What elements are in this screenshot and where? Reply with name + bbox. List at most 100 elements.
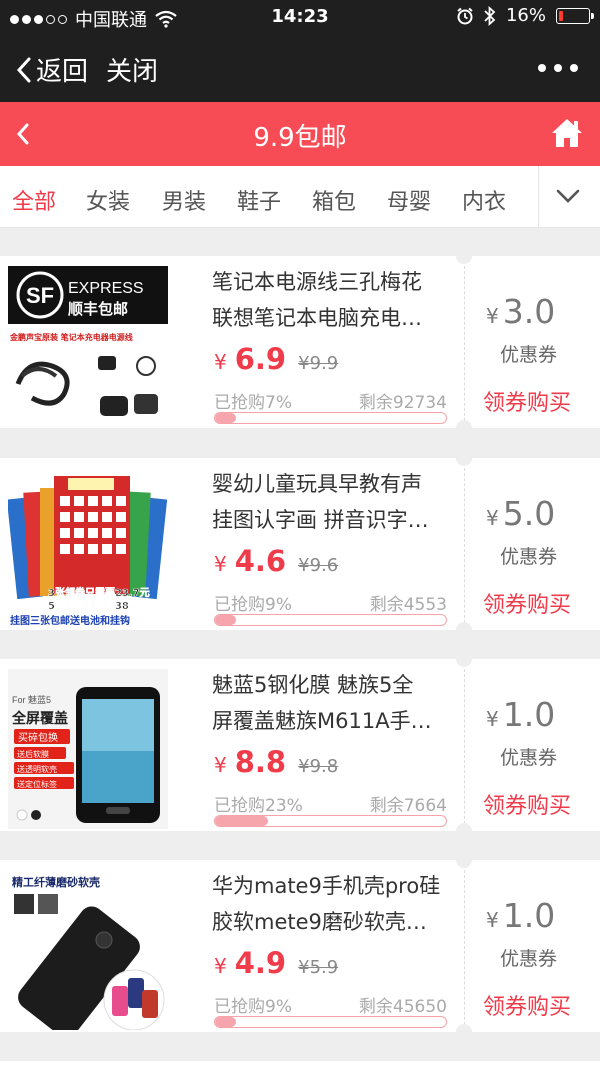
tab-womens[interactable]: 女装 <box>86 184 130 216</box>
home-icon[interactable] <box>550 116 584 150</box>
product-image[interactable]: For 魅蓝5 全屏覆盖 买碎包换 送后软膜 送透明软壳 送定位标签 <box>8 669 168 829</box>
alarm-icon <box>457 7 473 24</box>
product-title-line2: 联想笔记本电脑充电… <box>212 306 422 330</box>
back-label: 返回 <box>36 57 89 87</box>
tab-divider <box>538 166 539 228</box>
progress-bar <box>214 614 447 626</box>
remaining-count: 剩余45650 <box>358 997 447 1017</box>
original-price: ¥9.8 <box>298 756 339 777</box>
coupon-amount: ¥1.0 <box>486 896 556 935</box>
product-card[interactable]: 3张领券只需要23.7元 5张领券只需要38元 挂图三张包邮送电池和挂钩 婴幼儿… <box>0 458 600 630</box>
for-model-text: For 魅蓝5 <box>12 694 51 705</box>
sold-percent: 已抢购23% <box>214 796 303 816</box>
product-title-line1: 笔记本电源线三孔梅花 <box>212 270 422 294</box>
coupon-label: 优惠券 <box>500 344 558 366</box>
price-value: 8.8 <box>234 745 287 779</box>
coupon-label: 优惠券 <box>500 948 558 970</box>
tab-baby[interactable]: 母婴 <box>387 184 431 216</box>
full-cover-text: 全屏覆盖 <box>11 710 68 727</box>
coupon-amount: ¥1.0 <box>486 695 556 734</box>
tab-shoes[interactable]: 鞋子 <box>237 184 281 216</box>
coupon-label: 优惠券 <box>500 546 558 568</box>
product-title-line1: 魅蓝5钢化膜 魅族5全 <box>212 673 414 697</box>
product-price: ¥ 4.9 ¥5.9 <box>214 946 339 980</box>
coupon-amount: ¥5.0 <box>486 494 556 533</box>
progress-bar <box>214 815 447 827</box>
tag-text: 送定位标签 <box>17 779 57 789</box>
price-value: 4.6 <box>234 544 287 578</box>
product-price: ¥ 6.9 ¥9.9 <box>214 342 338 376</box>
remaining-count: 剩余4553 <box>369 595 447 615</box>
express-text: EXPRESS <box>68 280 144 297</box>
status-bar: 中国联通 14:23 16% <box>0 0 600 34</box>
product-price: ¥ 4.6 ¥9.6 <box>214 544 339 578</box>
back-button[interactable]: 返回 <box>16 51 88 88</box>
tab-all[interactable]: 全部 <box>12 184 56 216</box>
progress-bar <box>214 412 447 424</box>
sf-badge-text: SF <box>26 283 54 308</box>
close-button[interactable]: 关闭 <box>106 51 158 88</box>
price-value: 4.9 <box>234 946 287 980</box>
currency-symbol: ¥ <box>214 350 227 374</box>
product-image[interactable]: 精工纤薄磨砂软壳 <box>8 870 168 1030</box>
tab-underwear[interactable]: 内衣 <box>462 184 506 216</box>
original-price: ¥9.6 <box>298 555 339 576</box>
image-caption: 挂图三张包邮送电池和挂钩 <box>10 614 130 627</box>
category-tabs: 全部 女装 男装 鞋子 箱包 母婴 内衣 <box>0 166 600 228</box>
product-title-line1: 华为mate9手机壳pro硅 <box>212 874 441 898</box>
remaining-count: 剩余92734 <box>358 393 447 413</box>
chevron-down-icon[interactable] <box>556 188 580 204</box>
coupon-divider <box>464 468 465 628</box>
webview-navbar: 返回 关闭 <box>0 34 600 102</box>
tag-text: 送后软膜 <box>17 749 49 759</box>
product-title-line2: 屏覆盖魅族M611A手… <box>212 709 432 733</box>
sold-percent: 已抢购7% <box>214 393 292 413</box>
product-price: ¥ 8.8 ¥9.8 <box>214 745 339 779</box>
tab-bags[interactable]: 箱包 <box>312 184 356 216</box>
coupon-amount: ¥3.0 <box>486 292 556 331</box>
get-coupon-buy-button[interactable]: 领券购买 <box>483 385 571 417</box>
product-image[interactable]: 3张领券只需要23.7元 5张领券只需要38元 挂图三张包邮送电池和挂钩 <box>8 468 168 628</box>
product-title-line2: 胶软mete9磨砂软壳… <box>212 910 427 934</box>
promo-text-2: 5张领券只需要38元 <box>48 599 139 612</box>
coupon-divider <box>464 266 465 426</box>
progress-bar <box>214 1016 447 1028</box>
original-price: ¥5.9 <box>298 957 339 978</box>
product-image[interactable]: SF EXPRESS 顺丰包邮 金鹏声宝原装 笔记本充电器电源线 <box>8 266 168 426</box>
product-title[interactable]: 魅蓝5钢化膜 魅族5全 屏覆盖魅族M611A手… <box>212 667 452 739</box>
image-caption: 金鹏声宝原装 笔记本充电器电源线 <box>9 332 133 342</box>
get-coupon-buy-button[interactable]: 领券购买 <box>483 989 571 1021</box>
product-card[interactable]: 精工纤薄磨砂软壳 华为mate9手机壳pro硅 胶软mete9磨砂软壳… ¥ 4… <box>0 860 600 1032</box>
coupon-label: 优惠券 <box>500 747 558 769</box>
promo-text-1: 3张领券只需要23.7元 <box>48 586 150 599</box>
sold-percent: 已抢购9% <box>214 595 292 615</box>
bluetooth-icon <box>484 5 496 26</box>
original-price: ¥9.9 <box>298 353 339 374</box>
product-title-line1: 婴幼儿童玩具早教有声 <box>212 472 422 496</box>
product-title[interactable]: 笔记本电源线三孔梅花 联想笔记本电脑充电… <box>212 264 452 336</box>
product-card[interactable]: For 魅蓝5 全屏覆盖 买碎包换 送后软膜 送透明软壳 送定位标签 魅蓝5钢化… <box>0 659 600 831</box>
more-menu-icon[interactable] <box>538 64 578 72</box>
chevron-left-icon <box>16 57 31 82</box>
tag-text: 送透明软壳 <box>17 764 57 774</box>
ship-text: 顺丰包邮 <box>68 300 128 318</box>
get-coupon-buy-button[interactable]: 领券购买 <box>483 788 571 820</box>
product-title-line2: 挂图认字画 拼音识字… <box>212 508 429 532</box>
battery-percent: 16% <box>505 5 546 26</box>
product-card[interactable]: SF EXPRESS 顺丰包邮 金鹏声宝原装 笔记本充电器电源线 笔记本电源线三… <box>0 256 600 428</box>
get-coupon-buy-button[interactable]: 领券购买 <box>483 587 571 619</box>
page-title: 9.9包邮 <box>253 123 347 153</box>
remaining-count: 剩余7664 <box>369 796 447 816</box>
price-value: 6.9 <box>234 342 287 376</box>
page-header: 9.9包邮 <box>0 102 600 166</box>
battery-icon <box>556 7 594 24</box>
tag-text: 买碎包换 <box>18 731 58 744</box>
tab-mens[interactable]: 男装 <box>162 184 206 216</box>
product-title[interactable]: 华为mate9手机壳pro硅 胶软mete9磨砂软壳… <box>212 868 452 940</box>
image-headline: 精工纤薄磨砂软壳 <box>12 875 100 889</box>
sold-percent: 已抢购9% <box>214 997 292 1017</box>
coupon-divider <box>464 870 465 1030</box>
coupon-divider <box>464 669 465 829</box>
product-title[interactable]: 婴幼儿童玩具早教有声 挂图认字画 拼音识字… <box>212 466 452 538</box>
product-card-partial <box>0 1061 600 1067</box>
